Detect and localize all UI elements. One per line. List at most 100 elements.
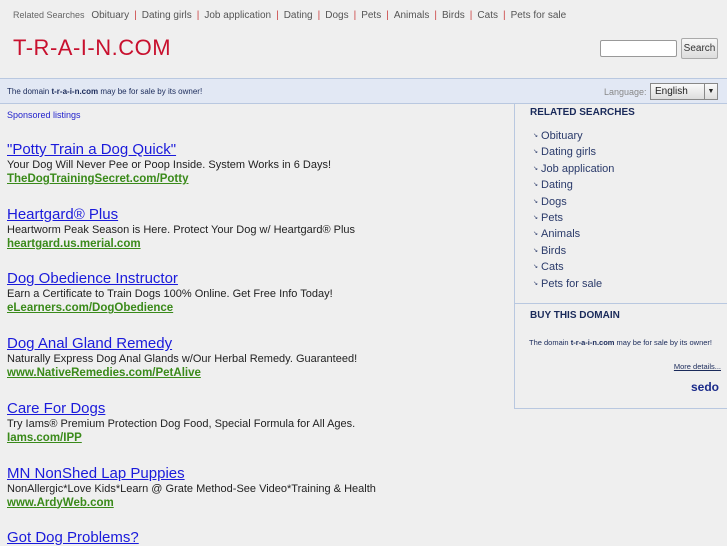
arrow-icon: ↘ [533,133,539,139]
ad-title[interactable]: MN NonShed Lap Puppies [7,465,376,482]
top-link[interactable]: Obituary [91,10,129,21]
search-input[interactable] [600,40,677,57]
arrow-icon: ↘ [533,280,539,287]
top-link[interactable]: Pets for sale [511,10,567,21]
top-related-searches: Related Searches Obituary | Dating girls | J… [13,10,566,21]
ad-title[interactable]: Heartgard® Plus [7,206,355,223]
arrow-icon: ↘ [533,182,539,189]
ad-title[interactable]: Got Dog Problems? [7,529,139,546]
top-link[interactable]: Animals [394,10,430,21]
related-searches-label: Related Searches [13,10,85,20]
ad-description: Naturally Express Dog Anal Glands w/Our … [7,353,358,366]
search-button[interactable]: Search [681,38,718,59]
separator: | [502,10,506,21]
ad-listing: Dog Obedience Instructor Earn a Certifica… [7,270,333,315]
ad-title[interactable]: "Potty Train a Dog Quick" [7,141,331,158]
ad-listing: MN NonShed Lap Puppies NonAllergic*Love K… [7,465,376,510]
ad-description: Try Iams® Premium Protection Dog Food, S… [7,417,356,430]
related-search-item[interactable]: ↘ Dating [533,177,614,193]
arrow-icon: ↘ [533,198,539,205]
separator: | [317,10,321,21]
related-search-item[interactable]: ↘ Job application [533,161,614,177]
ad-title[interactable]: Dog Anal Gland Remedy [7,335,357,352]
sale-notice-domain: t-r-a-i-n.com [51,87,99,96]
buy-domain-heading: BUY THIS DOMAIN [530,310,620,321]
sedo-logo[interactable]: sedo [691,380,719,394]
separator: | [469,10,473,21]
ad-listing: Heartgard® Plus Heartworm Peak Season is … [7,206,355,251]
top-link[interactable]: Job application [204,10,271,21]
related-search-item[interactable]: ↘ Pets for sale [533,276,614,292]
arrow-icon: ↘ [533,247,539,254]
ad-listing: Dog Anal Gland Remedy Naturally Express D… [7,335,357,380]
ad-title[interactable]: Care For Dogs [7,400,355,417]
top-link[interactable]: Pets [361,10,381,21]
top-link[interactable]: Dating [284,10,313,21]
arrow-icon: ↘ [533,231,539,238]
related-searches-list: ↘ Obituary ↘ Dating girls ↘ Job application ↘ D… [533,128,614,292]
top-link[interactable]: Birds [442,10,465,21]
ad-listing: Got Dog Problems? [7,529,139,546]
related-search-item[interactable]: ↘ Dogs [533,194,614,210]
chevron-down-icon: ▼ [704,84,717,99]
related-searches-heading: RELATED SEARCHES [530,107,635,118]
ad-url[interactable]: TheDogTrainingSecret.com/Potty [7,172,331,186]
related-search-item[interactable]: ↘ Animals [533,226,614,242]
related-search-item[interactable]: ↘ Obituary [533,128,614,144]
top-link[interactable]: Dating girls [142,10,192,21]
arrow-icon: ↘ [533,149,539,156]
sale-notice-prefix: The domain [7,87,52,96]
ad-description: Your Dog Will Never Pee or Poop Inside. … [7,159,332,171]
separator: | [276,10,279,21]
related-search-label: Obituary [541,130,583,142]
ad-description: NonAllergic*Love Kids*Learn @ Grate Meth… [7,482,376,495]
top-link[interactable]: Dogs [325,10,348,21]
ad-description: Earn a Certificate to Train Dogs 100% On… [7,288,333,301]
ad-listing: "Potty Train a Dog Quick" Your Dog Will N… [7,141,331,186]
ad-title[interactable]: Dog Obedience Instructor [7,270,333,287]
arrow-icon: ↘ [533,264,539,271]
buy-domain-text: The domain t-r-a-i-n.com may be for sale… [529,338,712,347]
related-search-item[interactable]: ↘ Birds [533,243,614,259]
separator: | [134,10,137,21]
buy-prefix: The domain [529,338,571,347]
sponsored-listings-link[interactable]: Sponsored listings [7,110,81,120]
related-search-label: Job application [541,162,615,175]
sale-notice-suffix: may be for sale by its owner! [98,87,203,96]
sidebar: RELATED SEARCHES ↘ Obituary ↘ Dating girls ↘… [514,104,727,409]
separator: | [196,10,200,21]
ad-description: Heartworm Peak Season is Here. Protect Y… [7,223,356,236]
sale-notice: The domain t-r-a-i-n.com may be for sale… [7,87,202,96]
buy-domain: t-r-a-i-n.com [570,338,615,347]
separator: | [386,10,389,21]
related-search-label: Pets [541,212,564,225]
language-label: Language: [604,87,647,97]
related-search-item[interactable]: ↘ Dating girls [533,144,614,160]
arrow-icon: ↘ [533,215,539,222]
ad-url[interactable]: heartgard.us.merial.com [7,237,355,251]
related-search-item[interactable]: ↘ Cats [533,259,614,275]
related-search-label: Cats [541,261,564,274]
buy-suffix: may be for sale by its owner! [614,338,712,347]
separator: | [434,10,437,21]
site-logo[interactable]: T-R-A-I-N.COM [13,35,171,61]
ad-url[interactable]: Iams.com/IPP [7,431,355,445]
related-search-item[interactable]: ↘ Pets [533,210,614,226]
related-search-label: Birds [541,244,567,257]
ad-url[interactable]: www.ArdyWeb.com [7,496,376,510]
top-link[interactable]: Cats [477,10,498,21]
language-select[interactable]: English ▼ [650,83,718,100]
ad-url[interactable]: eLearners.com/DogObedience [7,301,333,315]
ad-url[interactable]: www.NativeRemedies.com/PetAlive [7,366,357,380]
related-search-label: Pets for sale [541,277,603,290]
related-search-label: Dating girls [541,146,597,159]
divider [515,303,727,304]
domain-sale-banner: The domain t-r-a-i-n.com may be for sale… [0,78,727,104]
related-search-label: Dating [541,179,573,192]
more-details-link[interactable]: More details... [674,362,721,371]
ad-listing: Care For Dogs Try Iams® Premium Protectio… [7,400,355,445]
language-value: English [655,86,688,97]
related-search-label: Dogs [541,195,567,208]
arrow-icon: ↘ [533,165,539,172]
separator: | [353,10,357,21]
